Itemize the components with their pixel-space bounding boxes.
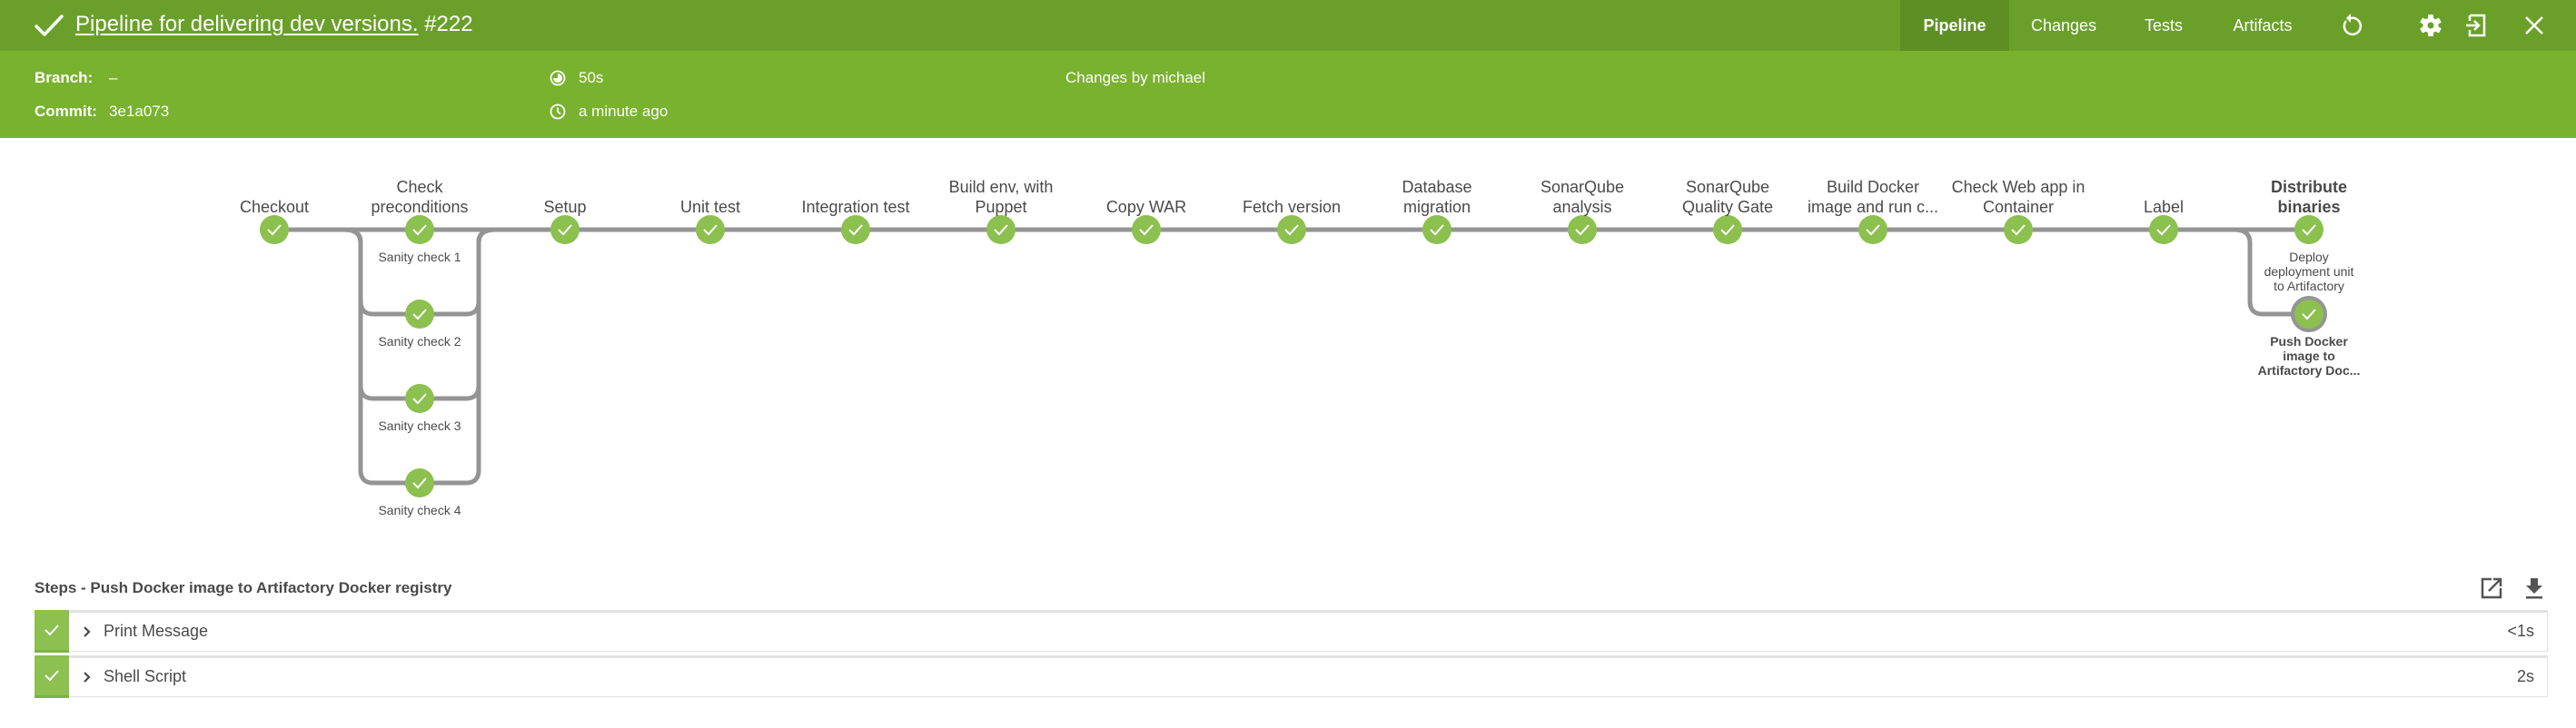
close-icon[interactable] [2522, 13, 2547, 38]
tab-changes[interactable]: Changes [2018, 0, 2109, 51]
steps-title: Steps - Push Docker image to Artifactory… [35, 579, 452, 596]
stage-node [550, 215, 580, 244]
stage-label: Setup [543, 198, 587, 216]
step-name: Print Message [104, 622, 209, 640]
stage-node [1568, 215, 1597, 244]
step-row[interactable]: Shell Script 2s [35, 655, 2548, 698]
chevron-right-icon[interactable] [81, 624, 94, 640]
stage-node [260, 215, 289, 244]
parallel-label: Sanity check 1 [378, 250, 461, 264]
stage-node [841, 215, 870, 244]
branch-connector [343, 227, 420, 486]
step-status-success [35, 655, 69, 698]
branch-connector [420, 227, 496, 317]
clock-icon [550, 103, 566, 120]
duration-value: 50s [579, 69, 604, 86]
step-status-success [35, 610, 69, 653]
parallel-label: Push Docker image to Artifactory Doc... [2257, 334, 2361, 378]
stage-node [986, 215, 1016, 244]
open-external-icon[interactable] [2479, 576, 2504, 601]
parallel-node [405, 468, 434, 497]
stage-label: Checkout [239, 198, 310, 216]
run-title: Pipeline for delivering dev versions. #2… [75, 9, 473, 40]
stage-label: Build env, with Puppet [948, 178, 1054, 216]
download-icon[interactable] [2522, 576, 2547, 601]
stage-node [2004, 215, 2033, 244]
branch-connector [343, 227, 420, 317]
branch-label: Branch: [35, 69, 94, 86]
parallel-node [2294, 300, 2323, 329]
replay-icon[interactable] [2338, 13, 2363, 38]
parallel-label: Sanity check 4 [378, 503, 461, 517]
parallel-node [405, 300, 434, 329]
parallel-node [405, 215, 434, 244]
exit-icon[interactable] [2462, 13, 2488, 38]
stage-label: Check preconditions [371, 178, 469, 216]
step-duration: 2s [2516, 667, 2534, 685]
parallel-label: Sanity check 3 [378, 418, 461, 433]
stage-node [1132, 215, 1161, 244]
stage-node [2149, 215, 2178, 244]
check-icon [45, 625, 59, 636]
commit-label: Commit: [35, 103, 97, 120]
top-bar: Pipeline for delivering dev versions. #2… [0, 0, 2576, 51]
stage-label: Copy WAR [1105, 198, 1187, 216]
stage-label: Build Docker image and run c... [1807, 178, 1939, 216]
stage-label: Label [2143, 198, 2185, 216]
parallel-label: Deploy deployment unit to Artifactory [2264, 250, 2354, 293]
stage-node [1422, 215, 1451, 244]
started-value: a minute ago [579, 103, 669, 120]
success-check-icon [35, 15, 64, 36]
stage-node [1858, 215, 1887, 244]
stage-label: Unit test [679, 198, 741, 216]
duration-icon [550, 70, 566, 86]
stage-label: SonarQube analysis [1540, 178, 1625, 216]
run-number: #222 [424, 12, 473, 36]
stage-node [1713, 215, 1742, 244]
run-details-bar: Branch: – Commit: 3e1a073 50s a minute a… [0, 51, 2576, 138]
changes-by: Changes by michael [1065, 69, 1206, 86]
stage-node [696, 215, 725, 244]
step-duration: <1s [2507, 622, 2534, 640]
tab-pipeline[interactable]: Pipeline [1900, 0, 2009, 51]
parallel-node [405, 384, 434, 413]
tab-artifacts[interactable]: Artifacts [2222, 0, 2304, 51]
stage-label: Distribute binaries [2270, 178, 2347, 216]
step-row[interactable]: Print Message <1s [35, 610, 2548, 653]
branch-value: – [109, 69, 118, 86]
pipeline-graph: Checkout Check preconditions Sanity check 1… [0, 138, 2576, 546]
chevron-right-icon[interactable] [81, 669, 94, 685]
parallel-label: Sanity check 2 [378, 334, 461, 349]
gear-icon[interactable] [2418, 13, 2443, 38]
pipeline-name-link[interactable]: Pipeline for delivering dev versions. [75, 12, 419, 36]
stage-node [1277, 215, 1306, 244]
stage-label: Check Web app in Container [1951, 178, 2086, 216]
stage-label: Integration test [801, 198, 910, 216]
stage-label: Database migration [1402, 178, 1472, 216]
step-name: Shell Script [104, 667, 187, 685]
stage-label: SonarQube Quality Gate [1681, 178, 1774, 216]
branch-connector [420, 227, 496, 486]
commit-value: 3e1a073 [109, 103, 170, 120]
stage-label: Fetch version [1242, 198, 1342, 216]
tab-tests[interactable]: Tests [2127, 0, 2200, 51]
parallel-node [2294, 215, 2323, 244]
check-icon [45, 670, 59, 682]
